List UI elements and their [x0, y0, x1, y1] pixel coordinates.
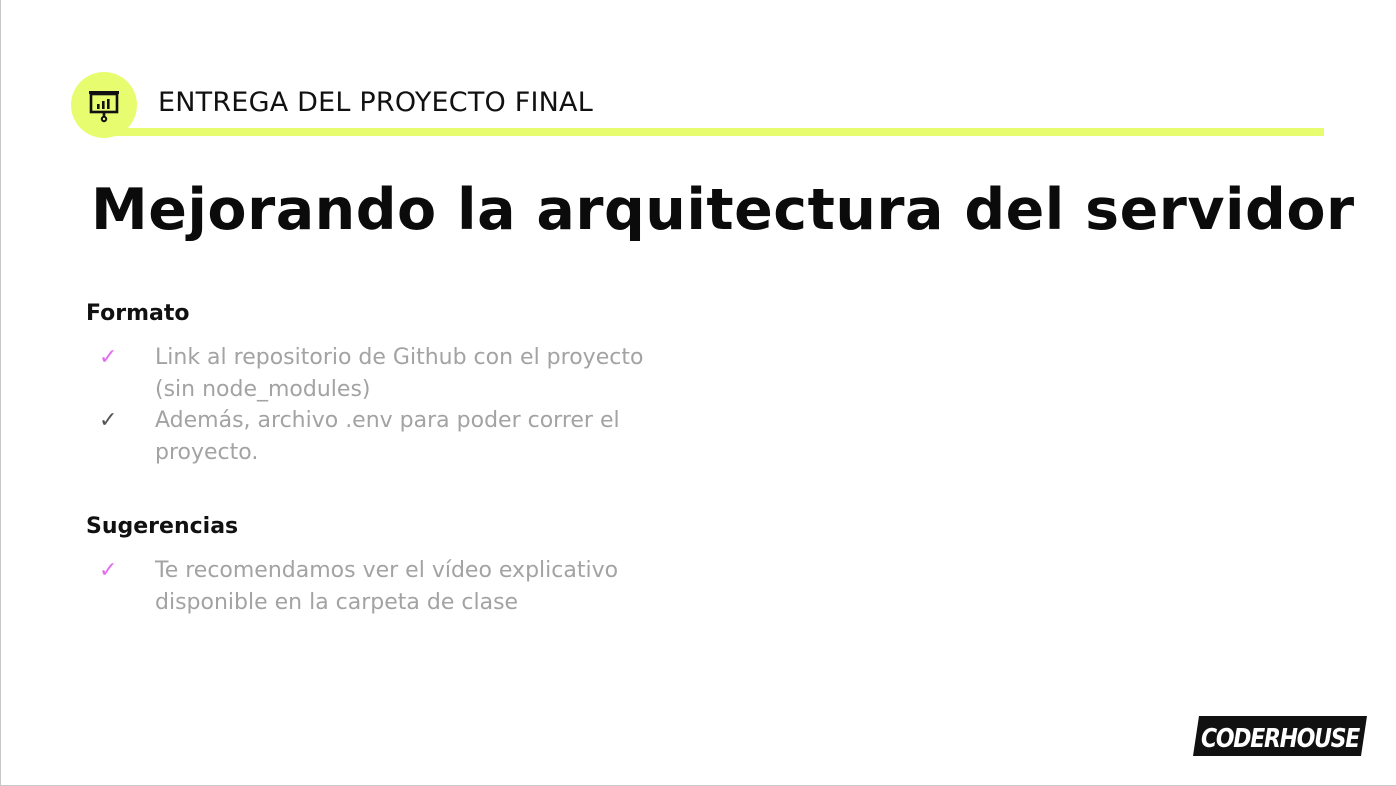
svg-text:CODERHOUSE: CODERHOUSE — [1201, 724, 1360, 754]
check-icon: ✓ — [99, 558, 118, 583]
list-item-text: Link al repositorio de Github con el pro… — [155, 345, 644, 402]
coderhouse-logo: CODERHOUSE — [1193, 716, 1367, 756]
slide: ENTREGA DEL PROYECTO FINAL Mejorando la … — [0, 0, 1396, 786]
slide-title: Mejorando la arquitectura del servidor — [91, 177, 1355, 243]
presentation-board-icon — [89, 91, 119, 123]
section-label: ENTREGA DEL PROYECTO FINAL — [158, 87, 593, 118]
check-icon: ✓ — [99, 345, 118, 370]
list-item-text: Además, archivo .env para poder correr e… — [155, 408, 620, 465]
header-underline — [101, 128, 1324, 136]
sugerencias-heading: Sugerencias — [86, 514, 239, 539]
list-item-text: Te recomendamos ver el vídeo explicativo… — [155, 558, 619, 615]
formato-heading: Formato — [86, 301, 190, 326]
check-icon: ✓ — [99, 408, 118, 433]
